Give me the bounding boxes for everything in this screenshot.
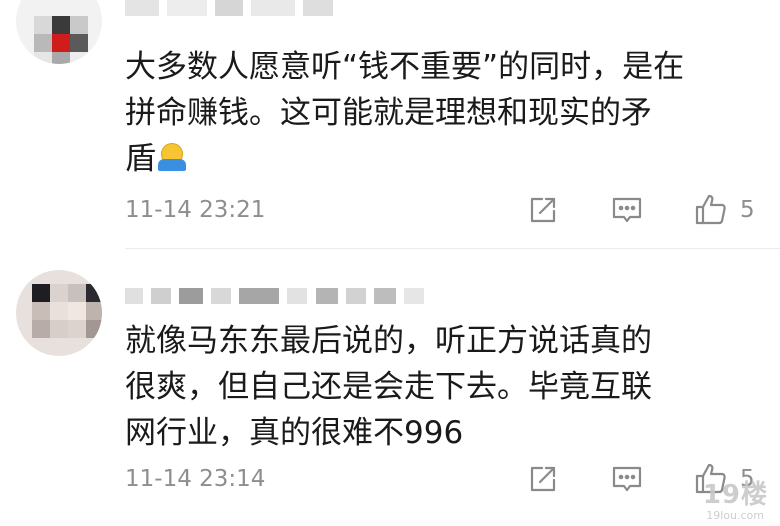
comment-text: 大多数人愿意听“钱不重要”的同时，是在 拼命赚钱。这可能就是理想和现实的矛 盾 <box>125 49 685 177</box>
site-watermark: 19楼 19lou.com <box>672 474 768 522</box>
watermark-domain: 19lou.com <box>706 509 764 522</box>
comment-time: 11-14 23:14 <box>125 466 266 492</box>
shrug-emoji <box>158 143 186 171</box>
like-count: 5 <box>740 197 755 223</box>
reply-button[interactable] <box>610 193 644 227</box>
share-icon <box>530 197 556 223</box>
comment-icon <box>612 197 642 223</box>
share-button[interactable] <box>526 193 560 227</box>
like-button[interactable] <box>694 193 728 227</box>
comment-text: 就像马东东最后说的，听正方说话真的 很爽，但自己还是会走下去。毕竟互联 网行业，… <box>125 323 652 451</box>
comment-time: 11-14 23:21 <box>125 197 266 223</box>
divider <box>125 248 780 249</box>
share-button[interactable] <box>526 462 560 496</box>
comment-item: 就像马东东最后说的，听正方说话真的 很爽，但自己还是会走下去。毕竟互联 网行业，… <box>0 262 780 526</box>
thumbs-up-icon <box>695 194 726 225</box>
comment-item: 大多数人愿意听“钱不重要”的同时，是在 拼命赚钱。这可能就是理想和现实的矛 盾 … <box>0 0 780 255</box>
username-blurred[interactable] <box>125 0 336 18</box>
avatar[interactable] <box>16 0 102 64</box>
watermark-logo: 19楼 <box>702 480 768 510</box>
comment-icon <box>612 466 642 492</box>
share-icon <box>530 466 556 492</box>
avatar[interactable] <box>16 270 102 356</box>
username-blurred[interactable] <box>125 288 427 306</box>
reply-button[interactable] <box>610 462 644 496</box>
